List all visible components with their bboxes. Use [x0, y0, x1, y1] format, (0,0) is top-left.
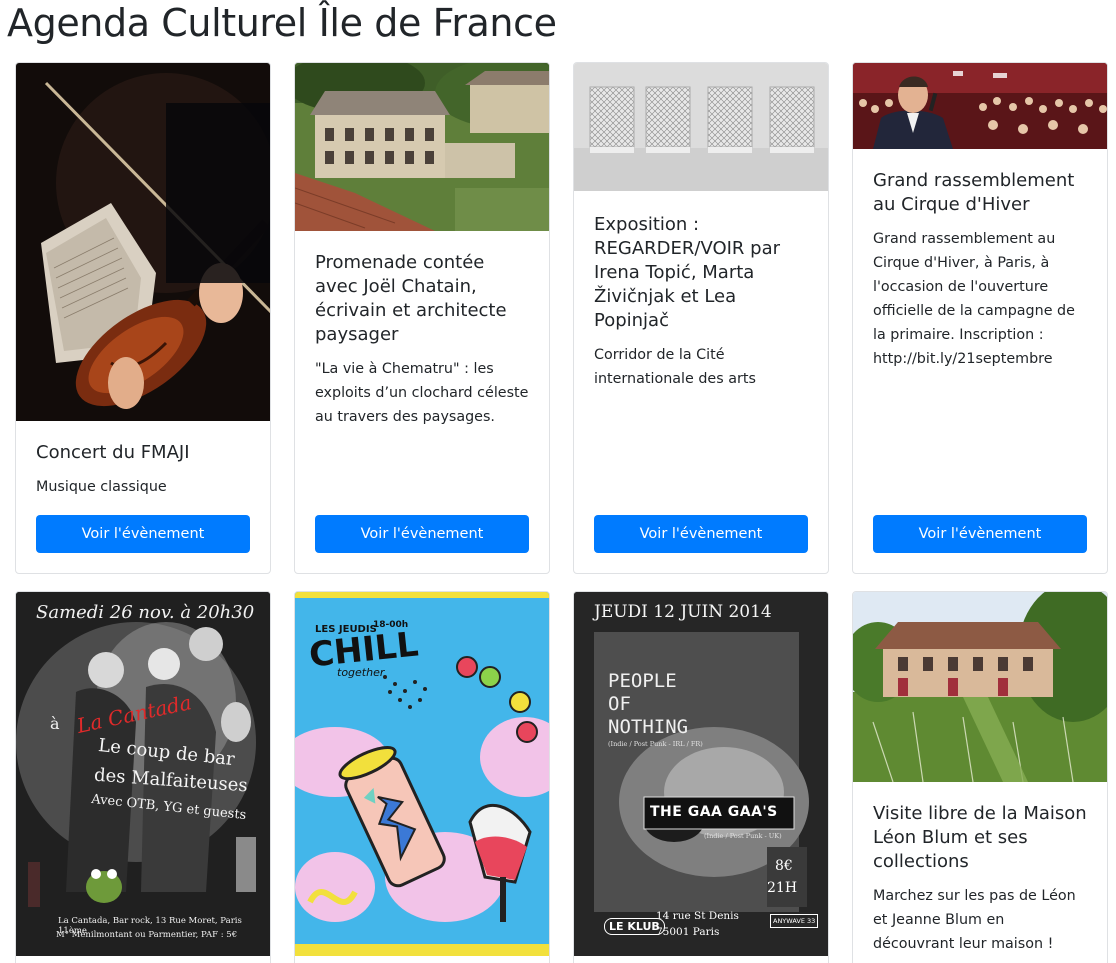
event-card: Grand rassemblement au Cirque d'Hiver Gr…	[852, 62, 1108, 574]
poster-sub: together	[337, 666, 385, 679]
event-description: Musique classique	[36, 479, 167, 495]
poster-time: 21H	[767, 880, 798, 896]
event-title: Grand rassemblement au Cirque d'Hiver	[873, 170, 1075, 215]
event-image-chateau	[295, 63, 549, 231]
event-card: Exposition : REGARDER/VOIR par Irena Top…	[573, 62, 829, 574]
poster-address1: 14 rue St Denis	[656, 910, 739, 922]
view-event-button[interactable]: Voir l'évènement	[36, 515, 250, 553]
event-image-maison-blum	[853, 592, 1107, 782]
event-image-exhibition	[574, 63, 828, 191]
event-card: Promenade contée avec Joël Chatain, écri…	[294, 62, 550, 574]
poster-band1b: OF	[608, 693, 631, 715]
poster-date: JEUDI 12 JUIN 2014	[594, 602, 772, 622]
event-title: Promenade contée avec Joël Chatain, écri…	[315, 252, 507, 345]
poster-band1genre: (Indie / Post Punk - IRL / FR)	[608, 740, 703, 748]
poster-a: à	[50, 714, 60, 733]
event-card: Samedi 26 nov. à 20h30 à La Cantada Le c…	[15, 591, 271, 963]
poster-date: Samedi 26 nov. à 20h30	[36, 602, 255, 623]
event-description: "La vie à Chematru" : les exploits d’un …	[315, 361, 529, 425]
event-title: Concert du FMAJI	[36, 442, 190, 463]
poster-metro: M° Ménilmontant ou Parmentier, PAF : 5€	[56, 930, 238, 940]
poster-band1c: NOTHING	[608, 716, 689, 738]
page-title: Agenda Culturel Île de France	[7, 1, 557, 45]
event-title: Visite libre de la Maison Léon Blum et s…	[873, 803, 1087, 872]
event-card: Visite libre de la Maison Léon Blum et s…	[852, 591, 1108, 963]
poster-sponsor: ANYWAVE 33	[770, 914, 819, 928]
event-description: Marchez sur les pas de Léon et Jeanne Bl…	[873, 888, 1076, 952]
event-card: JEUDI 12 JUIN 2014 PEOPLE OF NOTHING (In…	[573, 591, 829, 963]
event-description: Corridor de la Cité internationale des a…	[594, 347, 756, 387]
view-event-button[interactable]: Voir l'évènement	[873, 515, 1087, 553]
poster-band2genre: (Indie / Post Punk - UK)	[704, 832, 782, 840]
poster-price: 8€	[775, 858, 793, 874]
event-image-violinist	[16, 63, 270, 421]
event-title: Exposition : REGARDER/VOIR par Irena Top…	[594, 214, 781, 331]
view-event-button[interactable]: Voir l'évènement	[594, 515, 808, 553]
event-card: Concert du FMAJI Musique classique Voir …	[15, 62, 271, 574]
poster-address2: 75001 Paris	[656, 926, 720, 938]
view-event-button[interactable]: Voir l'évènement	[315, 515, 529, 553]
event-description: Grand rassemblement au Cirque d'Hiver, à…	[873, 231, 1075, 367]
event-image-cantada-poster: Samedi 26 nov. à 20h30 à La Cantada Le c…	[16, 592, 270, 956]
event-image-rally	[853, 63, 1107, 149]
event-image-chill-poster: LES JEUDIS 18-00h CHILL together	[295, 592, 549, 956]
poster-band1a: PEOPLE	[608, 670, 677, 692]
poster-band2: THE GAA GAA'S	[650, 804, 778, 820]
event-image-people-poster: JEUDI 12 JUIN 2014 PEOPLE OF NOTHING (In…	[574, 592, 828, 956]
event-card: LES JEUDIS 18-00h CHILL together	[294, 591, 550, 963]
